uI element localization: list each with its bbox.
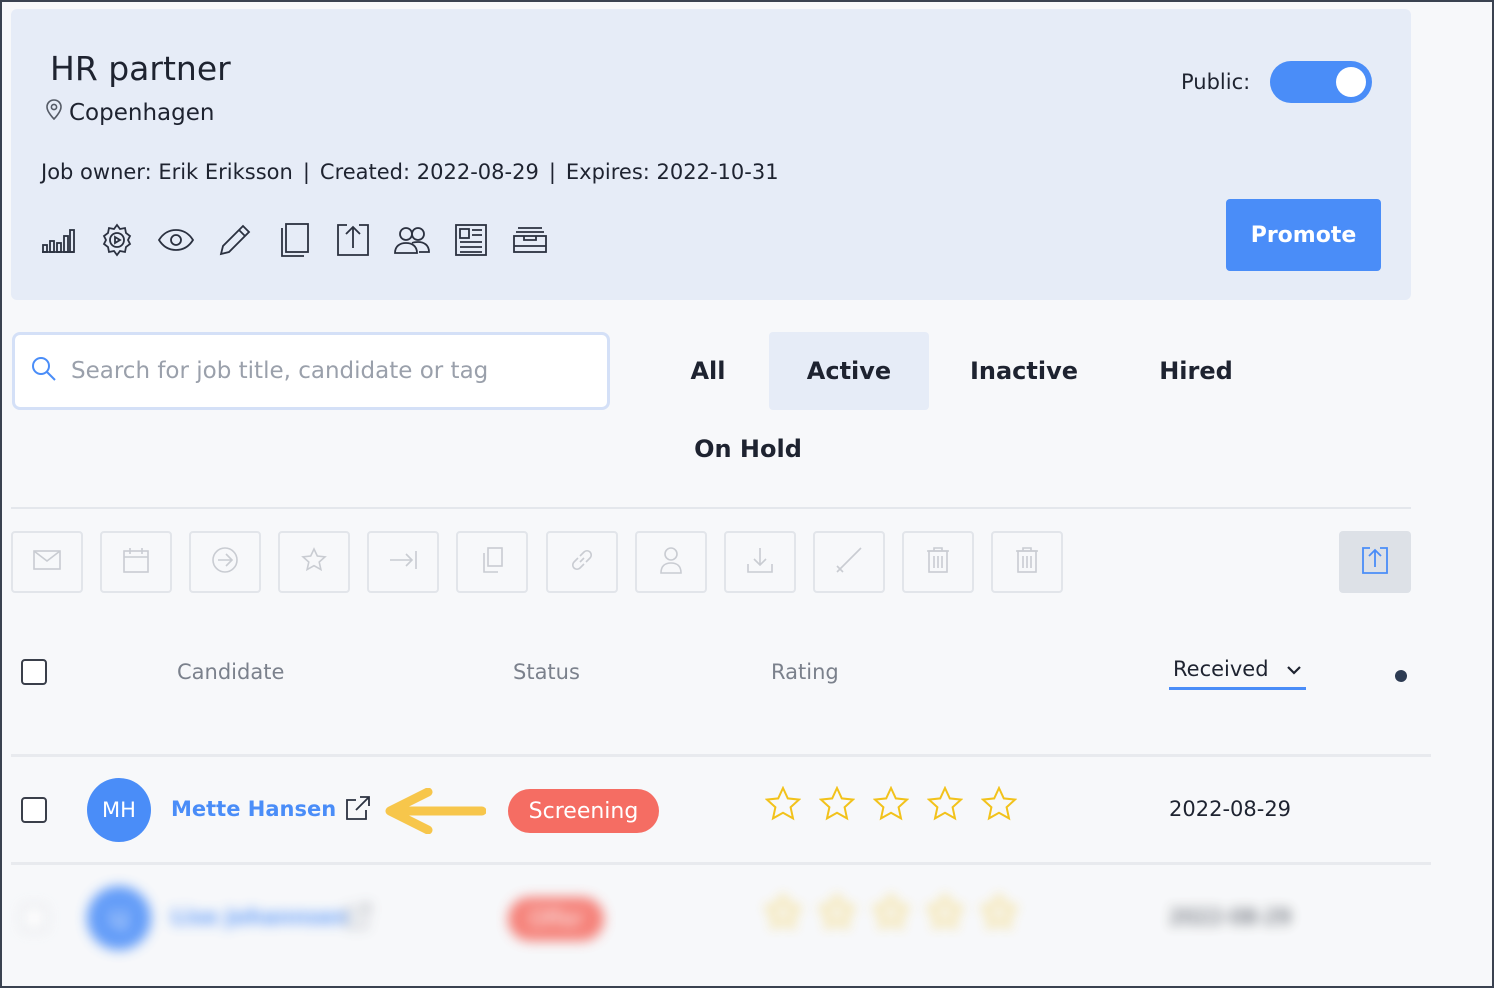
tab-active[interactable]: Active <box>769 332 929 410</box>
row-divider <box>11 862 1431 865</box>
link-action-button[interactable] <box>546 531 618 593</box>
user-action-button[interactable] <box>635 531 707 593</box>
job-location: Copenhagen <box>45 99 214 127</box>
tab-on-hold[interactable]: On Hold <box>668 410 828 488</box>
select-all-checkbox[interactable] <box>21 659 47 685</box>
search-input[interactable] <box>71 358 591 384</box>
annotation-arrow-icon <box>384 787 487 838</box>
copy-icon <box>480 546 504 578</box>
status-badge[interactable]: Screening <box>508 789 659 833</box>
delete-permanent-action-button[interactable] <box>991 531 1063 593</box>
meta-separator: | <box>302 160 310 184</box>
move-icon <box>211 546 239 578</box>
header-received: Received <box>1173 657 1269 681</box>
job-meta: Job owner: Erik Eriksson | Created: 2022… <box>41 160 779 184</box>
meta-separator: | <box>548 160 556 184</box>
forward-action-button[interactable] <box>367 531 439 593</box>
external-link-icon[interactable] <box>344 902 372 934</box>
email-action-button[interactable] <box>11 531 83 593</box>
candidate-name-link[interactable]: Lise Johannsen <box>171 905 349 929</box>
star-icon[interactable] <box>764 785 802 826</box>
candidate-name-link[interactable]: Mette Hansen <box>171 797 336 821</box>
job-created: Created: 2022-08-29 <box>319 160 539 184</box>
edit-icon[interactable] <box>216 221 254 259</box>
job-tools <box>39 221 549 259</box>
check-action-button[interactable] <box>813 531 885 593</box>
star-icon[interactable] <box>980 785 1018 826</box>
calendar-action-button[interactable] <box>100 531 172 593</box>
column-options-dot[interactable] <box>1395 670 1407 682</box>
stats-icon[interactable] <box>39 221 77 259</box>
public-toggle[interactable] <box>1270 61 1373 103</box>
job-header-card: HR partner Copenhagen Job owner: Erik Er… <box>11 9 1411 300</box>
export-icon <box>1361 545 1389 579</box>
job-owner: Job owner: Erik Eriksson <box>41 160 293 184</box>
row-checkbox[interactable] <box>21 905 47 931</box>
public-control: Public: <box>1181 61 1373 103</box>
job-title: HR partner <box>50 49 231 88</box>
received-date: 2022-08-29 <box>1169 797 1292 821</box>
settings-icon[interactable] <box>98 221 136 259</box>
sort-received[interactable]: Received <box>1169 657 1306 690</box>
rating-stars <box>764 893 1018 934</box>
link-icon <box>568 546 596 578</box>
email-icon <box>33 550 61 574</box>
status-badge[interactable]: Offer <box>508 897 604 941</box>
form-icon[interactable] <box>452 221 490 259</box>
external-link-icon[interactable] <box>344 794 372 826</box>
share-icon[interactable] <box>334 221 372 259</box>
star-icon[interactable] <box>872 785 910 826</box>
section-divider <box>11 507 1411 509</box>
tab-inactive[interactable]: Inactive <box>944 332 1104 410</box>
star-action-button[interactable] <box>278 531 350 593</box>
received-date: 2022-08-29 <box>1169 905 1292 929</box>
star-icon[interactable] <box>818 893 856 934</box>
calendar-icon <box>122 546 150 578</box>
star-icon[interactable] <box>926 785 964 826</box>
rating-stars <box>764 785 1018 826</box>
job-location-text: Copenhagen <box>69 100 215 126</box>
copy-icon[interactable] <box>275 221 313 259</box>
tab-hired[interactable]: Hired <box>1126 332 1266 410</box>
search-icon <box>31 356 57 386</box>
preview-icon[interactable] <box>157 221 195 259</box>
archive-icon[interactable] <box>511 221 549 259</box>
promote-button[interactable]: Promote <box>1226 199 1381 271</box>
download-action-button[interactable] <box>724 531 796 593</box>
download-icon <box>746 546 774 578</box>
header-status[interactable]: Status <box>513 660 580 684</box>
star-icon <box>301 547 327 577</box>
forward-icon <box>388 549 418 575</box>
chevron-down-icon <box>1286 657 1302 681</box>
star-icon[interactable] <box>764 893 802 934</box>
trash-icon <box>926 546 950 578</box>
user-icon <box>659 546 683 578</box>
job-expires: Expires: 2022-10-31 <box>565 160 779 184</box>
star-icon[interactable] <box>980 893 1018 934</box>
team-icon[interactable] <box>393 221 431 259</box>
delete-action-button[interactable] <box>902 531 974 593</box>
row-divider <box>11 754 1431 757</box>
tab-all[interactable]: All <box>668 332 748 410</box>
avatar: MH <box>87 778 151 842</box>
copy-action-button[interactable] <box>456 531 528 593</box>
check-icon <box>835 546 863 578</box>
public-label: Public: <box>1181 70 1251 94</box>
location-pin-icon <box>45 99 63 127</box>
star-icon[interactable] <box>872 893 910 934</box>
move-action-button[interactable] <box>189 531 261 593</box>
header-rating[interactable]: Rating <box>771 660 839 684</box>
star-icon[interactable] <box>818 785 856 826</box>
search-box[interactable] <box>12 332 610 410</box>
trash-icon <box>1015 546 1039 578</box>
export-button[interactable] <box>1339 531 1411 593</box>
star-icon[interactable] <box>926 893 964 934</box>
avatar: LJ <box>87 886 151 950</box>
row-checkbox[interactable] <box>21 797 47 823</box>
header-candidate[interactable]: Candidate <box>177 660 284 684</box>
